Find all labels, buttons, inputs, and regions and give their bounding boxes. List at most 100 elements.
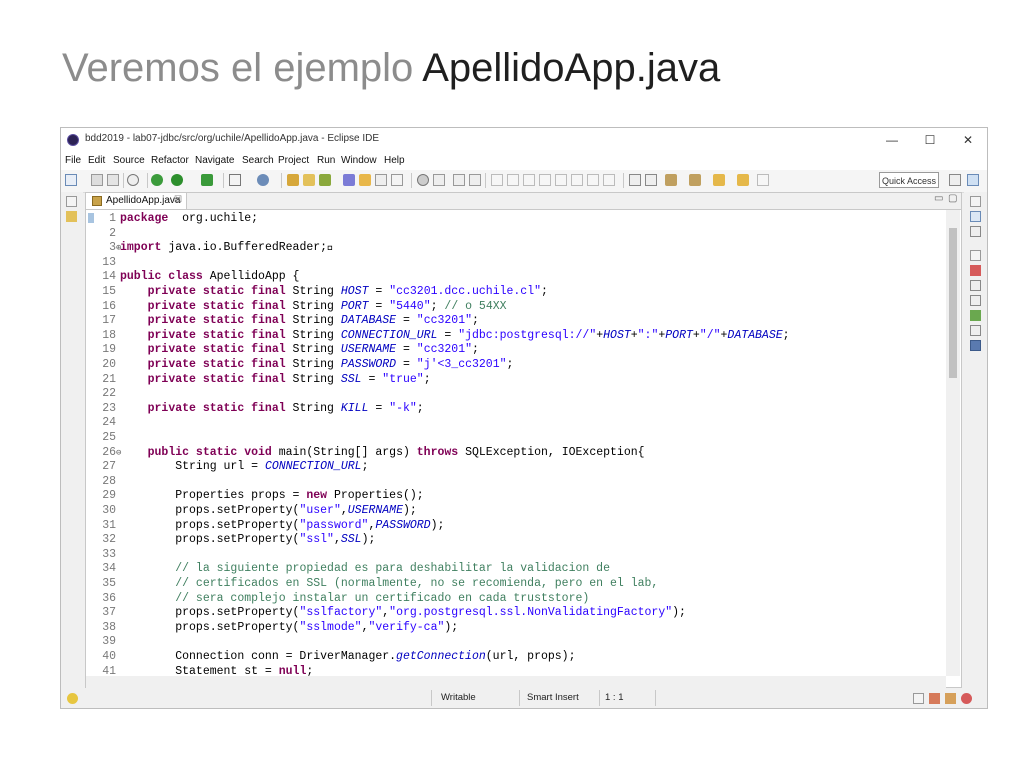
declaration-icon[interactable] <box>970 295 981 306</box>
terminate-icon[interactable] <box>539 174 551 186</box>
code-line[interactable]: 1 package org.uchile; <box>86 212 946 227</box>
copy-icon[interactable] <box>433 174 445 186</box>
java-icon[interactable] <box>417 174 429 186</box>
menu-edit[interactable]: Edit <box>88 155 105 166</box>
last-edit-icon[interactable] <box>713 174 725 186</box>
menu-source[interactable]: Source <box>113 155 145 166</box>
code-line[interactable]: 23 private static final String KILL = "-… <box>86 402 946 417</box>
save-icon[interactable] <box>91 174 103 186</box>
vertical-scrollbar[interactable] <box>946 210 960 676</box>
code-line[interactable]: 15 private static final String HOST = "c… <box>86 285 946 300</box>
step-return-icon[interactable] <box>603 174 615 186</box>
restore-right-icon[interactable] <box>970 196 981 207</box>
open-perspective-icon[interactable] <box>949 174 961 186</box>
code-line[interactable]: 32 props.setProperty("ssl",SSL); <box>86 533 946 548</box>
java-perspective-icon[interactable] <box>967 174 979 186</box>
minimize-button[interactable]: — <box>877 130 907 150</box>
new-icon[interactable] <box>65 174 77 186</box>
next-annotation-icon[interactable] <box>665 174 677 186</box>
open-folder-icon[interactable] <box>303 174 315 186</box>
heap-icon[interactable] <box>961 693 972 704</box>
disconnect-icon[interactable] <box>555 174 567 186</box>
quick-access-input[interactable]: Quick Access <box>879 172 939 188</box>
code-line[interactable]: 29 Properties props = new Properties(); <box>86 489 946 504</box>
notification-icon[interactable] <box>945 693 956 704</box>
code-line[interactable]: 22 <box>86 387 946 402</box>
code-line[interactable]: 14 public class ApellidoApp { <box>86 270 946 285</box>
servers-icon[interactable] <box>970 310 981 321</box>
error-log-icon[interactable] <box>929 693 940 704</box>
suspend-icon[interactable] <box>523 174 535 186</box>
code-line[interactable]: 41 Statement st = null; <box>86 665 946 676</box>
code-line[interactable]: 18 private static final String CONNECTIO… <box>86 329 946 344</box>
code-line[interactable]: 40 Connection conn = DriverManager.getCo… <box>86 650 946 665</box>
code-area[interactable]: 1 package org.uchile; 2 3 ⊕ import java.io.Bu… <box>86 210 946 676</box>
outline-icon[interactable] <box>970 211 981 222</box>
step-over-icon[interactable] <box>587 174 599 186</box>
code-line[interactable]: 2 <box>86 227 946 242</box>
editor-minimize-icon[interactable]: ▭ <box>934 193 943 204</box>
code-line[interactable]: 34 // la siguiente propiedad es para des… <box>86 562 946 577</box>
new-window-icon[interactable] <box>229 174 241 186</box>
previous-annotation-icon[interactable] <box>689 174 701 186</box>
highlight-icon[interactable] <box>359 174 371 186</box>
javadoc-icon[interactable] <box>970 280 981 291</box>
tab-close-icon[interactable]: ☒ <box>174 194 182 205</box>
new-java-class-icon[interactable] <box>257 174 269 186</box>
code-line[interactable]: 20 private static final String PASSWORD … <box>86 358 946 373</box>
task-icon[interactable] <box>645 174 657 186</box>
menu-navigate[interactable]: Navigate <box>195 155 234 166</box>
code-line[interactable]: 35 // certificados en SSL (normalmente, … <box>86 577 946 592</box>
code-line[interactable]: 39 <box>86 635 946 650</box>
menu-run[interactable]: Run <box>317 155 335 166</box>
code-line[interactable]: 16 private static final String PORT = "5… <box>86 300 946 315</box>
open-type-icon[interactable] <box>287 174 299 186</box>
debug-icon[interactable] <box>151 174 163 186</box>
step-into-icon[interactable] <box>571 174 583 186</box>
toggle-mark-icon[interactable] <box>343 174 355 186</box>
progress-icon[interactable] <box>913 693 924 704</box>
code-line[interactable]: 30 props.setProperty("user",USERNAME); <box>86 504 946 519</box>
menu-refactor[interactable]: Refactor <box>151 155 189 166</box>
code-line[interactable]: 21 private static final String SSL = "tr… <box>86 373 946 388</box>
code-line[interactable]: 37 props.setProperty("sslfactory","org.p… <box>86 606 946 621</box>
code-line[interactable]: 28 <box>86 475 946 490</box>
list-icon[interactable] <box>629 174 641 186</box>
vertical-scrollbar-thumb[interactable] <box>949 228 957 378</box>
gear-icon[interactable] <box>127 174 139 186</box>
problems-icon[interactable] <box>970 265 981 276</box>
show-whitespace-icon[interactable] <box>391 174 403 186</box>
forward-icon[interactable] <box>757 174 769 186</box>
code-line[interactable]: 31 props.setProperty("password",PASSWORD… <box>86 519 946 534</box>
editor-maximize-icon[interactable]: ▢ <box>948 193 957 204</box>
menu-help[interactable]: Help <box>384 155 405 166</box>
search-view-icon[interactable] <box>970 325 981 336</box>
task-list-icon[interactable] <box>970 226 981 237</box>
menu-file[interactable]: File <box>65 155 81 166</box>
skip-breakpoints-icon[interactable] <box>491 174 503 186</box>
code-line[interactable]: 26 ⊖ public static void main(String[] arg… <box>86 446 946 461</box>
menu-window[interactable]: Window <box>341 155 377 166</box>
restore-icon[interactable] <box>66 196 77 207</box>
code-line[interactable]: 24 <box>86 416 946 431</box>
code-line[interactable]: 36 // sera complejo instalar un certific… <box>86 592 946 607</box>
run-external-icon[interactable] <box>201 174 213 186</box>
tab-apellidoapp-java[interactable]: ApellidoApp.java ☒ <box>86 193 187 209</box>
code-line[interactable]: 17 private static final String DATABASE … <box>86 314 946 329</box>
maximize-button[interactable]: ☐ <box>915 130 945 150</box>
menu-search[interactable]: Search <box>242 155 274 166</box>
code-line[interactable]: 13 <box>86 256 946 271</box>
code-line[interactable]: 19 private static final String USERNAME … <box>86 343 946 358</box>
code-line[interactable]: 27 String url = CONNECTION_URL; <box>86 460 946 475</box>
resume-icon[interactable] <box>507 174 519 186</box>
back-icon[interactable] <box>737 174 749 186</box>
horizontal-scrollbar[interactable] <box>86 676 946 688</box>
tip-bulb-icon[interactable] <box>67 693 78 704</box>
package-explorer-icon[interactable] <box>66 211 77 222</box>
run-icon[interactable] <box>171 174 183 186</box>
block-selection-icon[interactable] <box>375 174 387 186</box>
code-line[interactable]: 3 ⊕ import java.io.BufferedReader;⃞ <box>86 241 946 256</box>
menu-project[interactable]: Project <box>278 155 309 166</box>
code-line[interactable]: 25 <box>86 431 946 446</box>
restore-bottom-icon[interactable] <box>970 250 981 261</box>
